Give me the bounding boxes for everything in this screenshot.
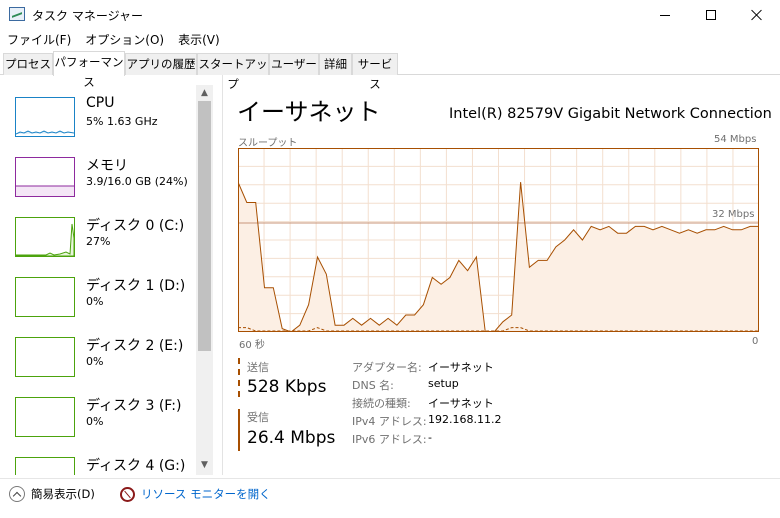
receive-value: 26.4 Mbps [247, 428, 336, 448]
resource-name: ディスク 1 (D:) [86, 278, 186, 294]
send-legend-marker [238, 358, 240, 397]
graph-label-zero: 0 [752, 336, 759, 347]
fewer-details-label: 簡易表示(D) [31, 487, 95, 501]
tab-bar: プロセス パフォーマンス アプリの履歴 スタートアップ ユーザー 詳細 サービス [0, 51, 780, 91]
resource-value: 0% [86, 295, 104, 308]
detail-key: 接続の種類: [352, 397, 411, 410]
detail-value: setup [428, 377, 459, 390]
detail-key: DNS 名: [352, 379, 394, 392]
window-title: タスク マネージャー [32, 9, 143, 23]
scroll-thumb[interactable] [198, 101, 211, 351]
minimize-button[interactable] [642, 0, 688, 30]
resource-item-disk1[interactable]: ディスク 1 (D:) 0% [0, 265, 196, 325]
cpu-graph-thumbnail [15, 97, 75, 137]
title-bar: タスク マネージャー [0, 0, 780, 30]
disk2-graph-thumbnail [15, 337, 75, 377]
open-resource-monitor-label: リソース モニターを開く [141, 487, 271, 501]
open-resource-monitor-link[interactable]: リソース モニターを開く [120, 486, 271, 502]
resource-item-memory[interactable]: メモリ 3.9/16.0 GB (24%) [0, 145, 196, 205]
detail-value: 192.168.11.2 [428, 413, 502, 426]
graph-label-throughput: スループット [238, 138, 298, 149]
resource-name: ディスク 0 (C:) [86, 218, 185, 234]
resource-list: CPU 5% 1.63 GHz メモリ 3.9/16.0 GB (24%) ディ… [0, 85, 213, 475]
detail-key: IPv4 アドレス: [352, 415, 427, 428]
graph-label-mid: 32 Mbps [712, 208, 755, 220]
resource-item-cpu[interactable]: CPU 5% 1.63 GHz [0, 85, 196, 145]
resource-value: 0% [86, 355, 104, 368]
detail-value: - [428, 431, 432, 444]
tab-app-history[interactable]: アプリの履歴 [125, 53, 197, 75]
resource-item-disk2[interactable]: ディスク 2 (E:) 0% [0, 325, 196, 385]
resource-value: 0% [86, 415, 104, 428]
resource-list-scrollbar[interactable]: ▲ ▼ [196, 85, 213, 475]
graph-label-time: 60 秒 [239, 340, 265, 351]
resource-item-disk0[interactable]: ディスク 0 (C:) 27% [0, 205, 196, 265]
tab-users[interactable]: ユーザー [269, 53, 319, 75]
menu-view[interactable]: 表示(V) [171, 30, 227, 50]
resource-name: ディスク 2 (E:) [86, 338, 184, 354]
tab-startup[interactable]: スタートアップ [197, 53, 269, 91]
close-button[interactable] [734, 0, 780, 30]
adapter-name: Intel(R) 82579V Gigabit Network Connecti… [449, 106, 772, 122]
resource-value: 3.9/16.0 GB (24%) [86, 175, 188, 188]
tab-services[interactable]: サービス [352, 53, 398, 91]
resource-name: CPU [86, 95, 115, 111]
detail-key: アダプター名: [352, 361, 422, 374]
tab-processes[interactable]: プロセス [3, 53, 53, 75]
resource-item-disk3[interactable]: ディスク 3 (F:) 0% [0, 385, 196, 445]
scroll-up-icon[interactable]: ▲ [196, 85, 213, 101]
disk4-graph-thumbnail [15, 457, 75, 475]
maximize-icon [706, 10, 716, 20]
graph-label-max: 54 Mbps [714, 134, 757, 145]
chevron-up-icon [9, 486, 25, 502]
detail-value: イーサネット [428, 361, 494, 374]
resource-name: メモリ [86, 158, 128, 174]
resource-name: ディスク 4 (G:) [86, 458, 186, 474]
receive-legend-marker [238, 409, 240, 451]
fewer-details-button[interactable]: 簡易表示(D) [9, 486, 95, 502]
menu-file[interactable]: ファイル(F) [0, 30, 78, 50]
tab-details[interactable]: 詳細 [319, 53, 352, 75]
menu-options[interactable]: オプション(O) [78, 30, 171, 50]
page-title: イーサネット [237, 98, 381, 126]
menu-bar: ファイル(F) オプション(O) 表示(V) [0, 30, 227, 50]
disk3-graph-thumbnail [15, 397, 75, 437]
throughput-graph [238, 148, 759, 332]
resource-value: 27% [86, 235, 111, 248]
pane-divider[interactable] [222, 75, 223, 475]
send-label: 送信 [247, 361, 269, 374]
close-icon [751, 9, 763, 21]
receive-label: 受信 [247, 411, 269, 424]
detail-value: イーサネット [428, 397, 494, 410]
memory-graph-thumbnail [15, 157, 75, 197]
disk1-graph-thumbnail [15, 277, 75, 317]
resource-value: 5% 1.63 GHz [86, 115, 158, 128]
resource-monitor-icon [120, 486, 135, 502]
disk0-graph-thumbnail [15, 217, 75, 257]
footer-separator [0, 478, 780, 479]
resource-name: ディスク 3 (F:) [86, 398, 182, 414]
scroll-down-icon[interactable]: ▼ [196, 457, 213, 473]
minimize-icon [660, 14, 670, 16]
detail-key: IPv6 アドレス: [352, 433, 427, 446]
send-value: 528 Kbps [247, 377, 327, 397]
resource-item-disk4[interactable]: ディスク 4 (G:) [0, 445, 196, 475]
tab-performance[interactable]: パフォーマンス [53, 51, 125, 89]
task-manager-icon [9, 7, 25, 21]
maximize-button[interactable] [688, 0, 734, 30]
